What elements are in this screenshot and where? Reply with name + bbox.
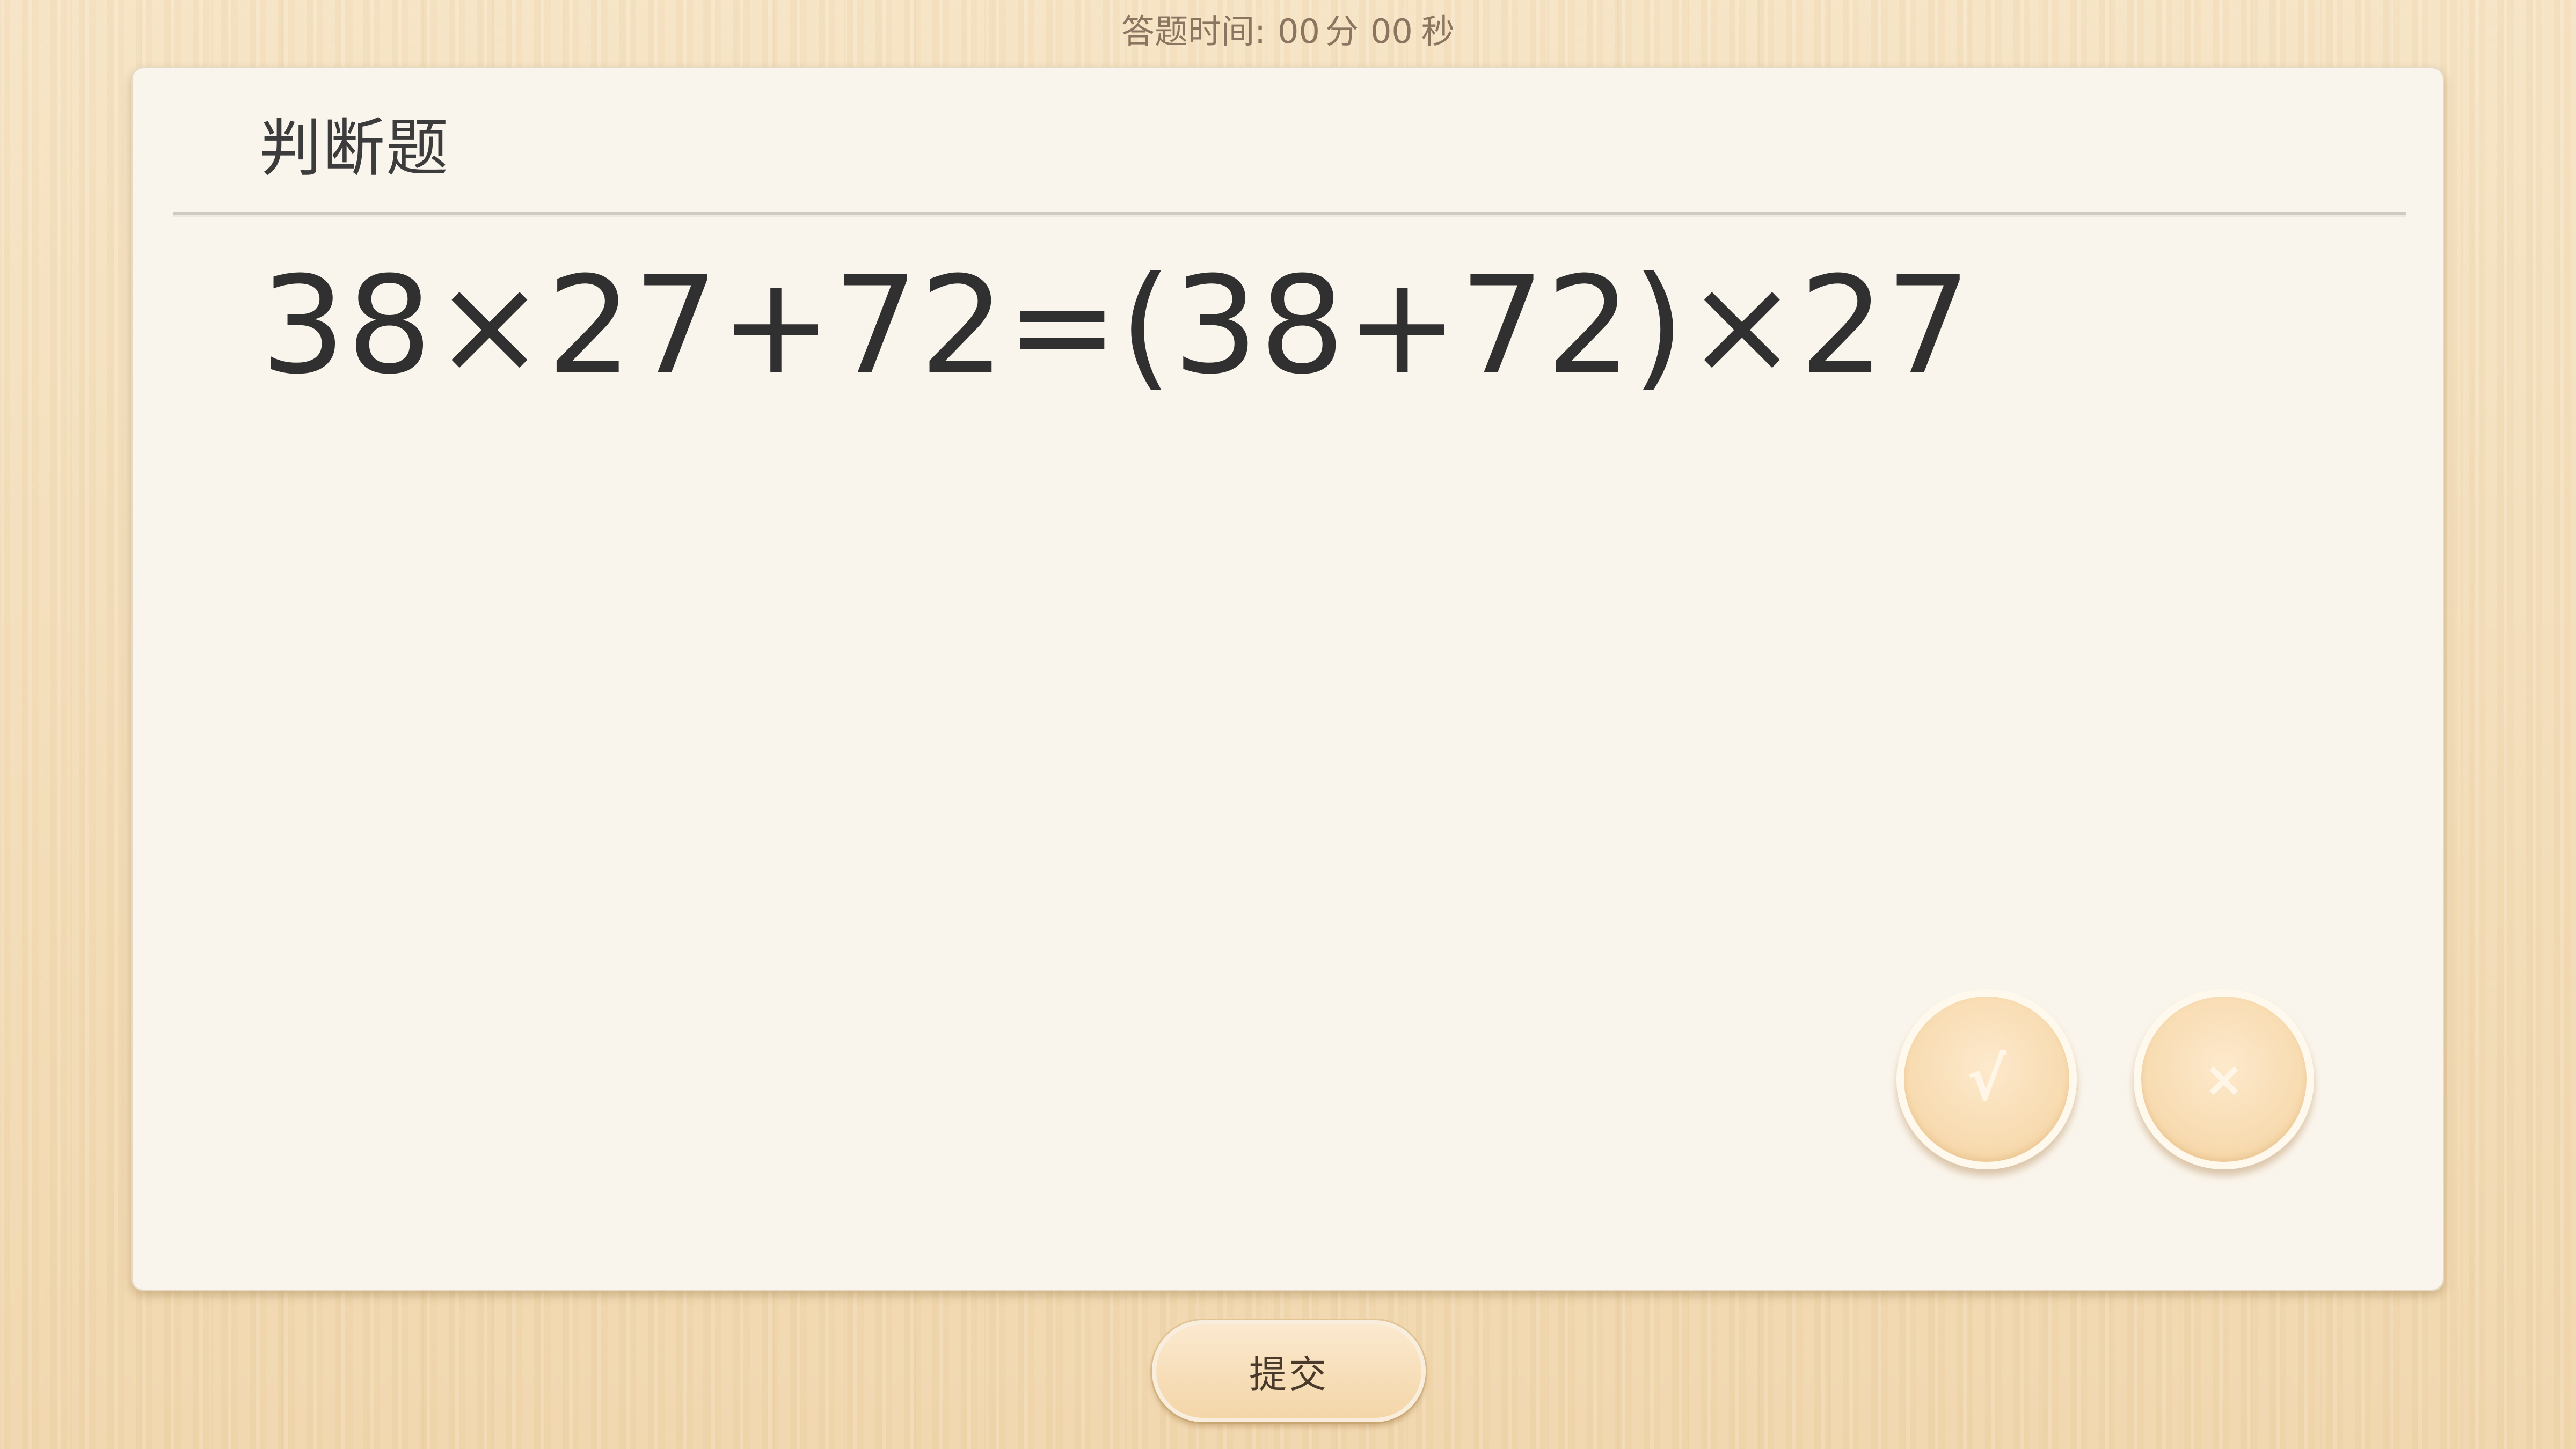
title-divider [173,212,2406,217]
timer-minutes: 00 [1278,12,1320,51]
answer-timer: 答题时间: 00 分 00 秒 [0,8,2576,56]
true-answer-button[interactable]: √ [1896,989,2077,1169]
timer-seconds: 00 [1370,12,1413,51]
submit-button[interactable]: 提交 [1152,1320,1426,1422]
question-text: 38×27+72=(38+72)×27 [260,247,1973,404]
timer-label: 答题时间: [1121,12,1266,51]
timer-minutes-unit: 分 [1325,12,1359,51]
submit-button-label: 提交 [1249,1352,1329,1396]
cross-mark-icon: × [2203,1051,2244,1108]
question-card: 判断题 38×27+72=(38+72)×27 √ × [131,67,2444,1291]
question-type-title: 判断题 [259,112,449,185]
timer-seconds-unit: 秒 [1421,12,1455,51]
check-mark-icon: √ [1967,1045,2006,1114]
false-answer-button[interactable]: × [2134,989,2314,1169]
